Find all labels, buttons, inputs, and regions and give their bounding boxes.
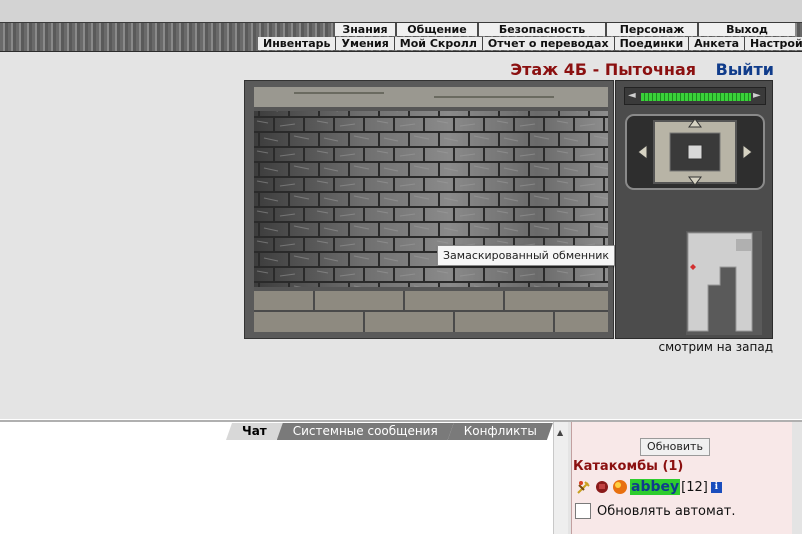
nav-exit[interactable]: Выход: [699, 23, 795, 36]
fist-icon: [596, 481, 608, 493]
sub-nav: Инвентарь Умения Мой Скролл Отчет о пере…: [258, 37, 802, 50]
chat-scrollbar[interactable]: ▲: [553, 422, 568, 534]
user-row: abbey [12] i: [576, 478, 722, 496]
user-name[interactable]: abbey: [630, 479, 681, 495]
user-info-icon[interactable]: i: [710, 481, 722, 493]
hp-left-arrow-icon: ◄: [628, 90, 636, 101]
location-heading: Этаж 4Б - Пыточная Выйти: [510, 60, 774, 79]
auto-refresh-row: Обновлять автомат.: [575, 503, 736, 519]
movement-compass: [625, 114, 765, 190]
nav-security[interactable]: Безопасность: [479, 23, 607, 36]
auto-refresh-label: Обновлять автомат.: [597, 503, 736, 519]
location-title: Катакомбы (1): [573, 459, 684, 474]
stone-wall-image: [254, 87, 608, 332]
health-fill: [641, 93, 751, 101]
nav-duels[interactable]: Поединки: [615, 37, 690, 50]
object-tooltip: Замаскированный обменник: [437, 245, 616, 266]
hp-right-arrow-icon: ►: [753, 90, 761, 101]
nav-skills[interactable]: Умения: [336, 37, 395, 50]
user-level: [12]: [681, 479, 708, 495]
scroll-up-icon[interactable]: ▲: [557, 428, 563, 437]
floor-title: Этаж 4Б - Пыточная: [510, 60, 697, 79]
stone-wall: [254, 87, 608, 332]
nav-character[interactable]: Персонаж: [607, 23, 699, 36]
health-track: [641, 93, 751, 101]
nav-profile[interactable]: Анкета: [689, 37, 745, 50]
control-panel: ◄ ►: [615, 80, 773, 339]
refresh-view-icon[interactable]: [687, 144, 703, 160]
tab-conflicts[interactable]: Конфликты: [448, 423, 553, 440]
tab-chat[interactable]: Чат: [226, 423, 283, 440]
nav-knowledge[interactable]: Знания: [335, 23, 397, 36]
refresh-button[interactable]: Обновить: [640, 438, 710, 456]
clan-sword-icon[interactable]: [576, 479, 592, 495]
tab-system-messages[interactable]: Системные сообщения: [277, 423, 454, 440]
nav-settings[interactable]: Настройки: [745, 37, 802, 50]
nav-inventory[interactable]: Инвентарь: [258, 37, 337, 50]
minimap: [686, 231, 762, 335]
facing-direction: смотрим на запад: [658, 340, 773, 354]
exit-link[interactable]: Выйти: [716, 60, 774, 79]
nav-communication[interactable]: Общение: [397, 23, 479, 36]
nav-my-scroll[interactable]: Мой Скролл: [395, 37, 483, 50]
chat-tabs: Чат Системные сообщения Конфликты: [232, 423, 553, 440]
main-nav: Знания Общение Безопасность Персонаж Вых…: [335, 23, 795, 36]
fire-orb-icon: [613, 480, 627, 494]
panel-edge: [792, 422, 802, 534]
auto-refresh-checkbox[interactable]: [575, 503, 591, 519]
dungeon-view[interactable]: [244, 80, 614, 339]
nav-transfer-report[interactable]: Отчет о переводах: [483, 37, 615, 50]
top-bar: Знания Общение Безопасность Персонаж Вых…: [0, 0, 802, 52]
health-bar: ◄ ►: [624, 87, 766, 105]
